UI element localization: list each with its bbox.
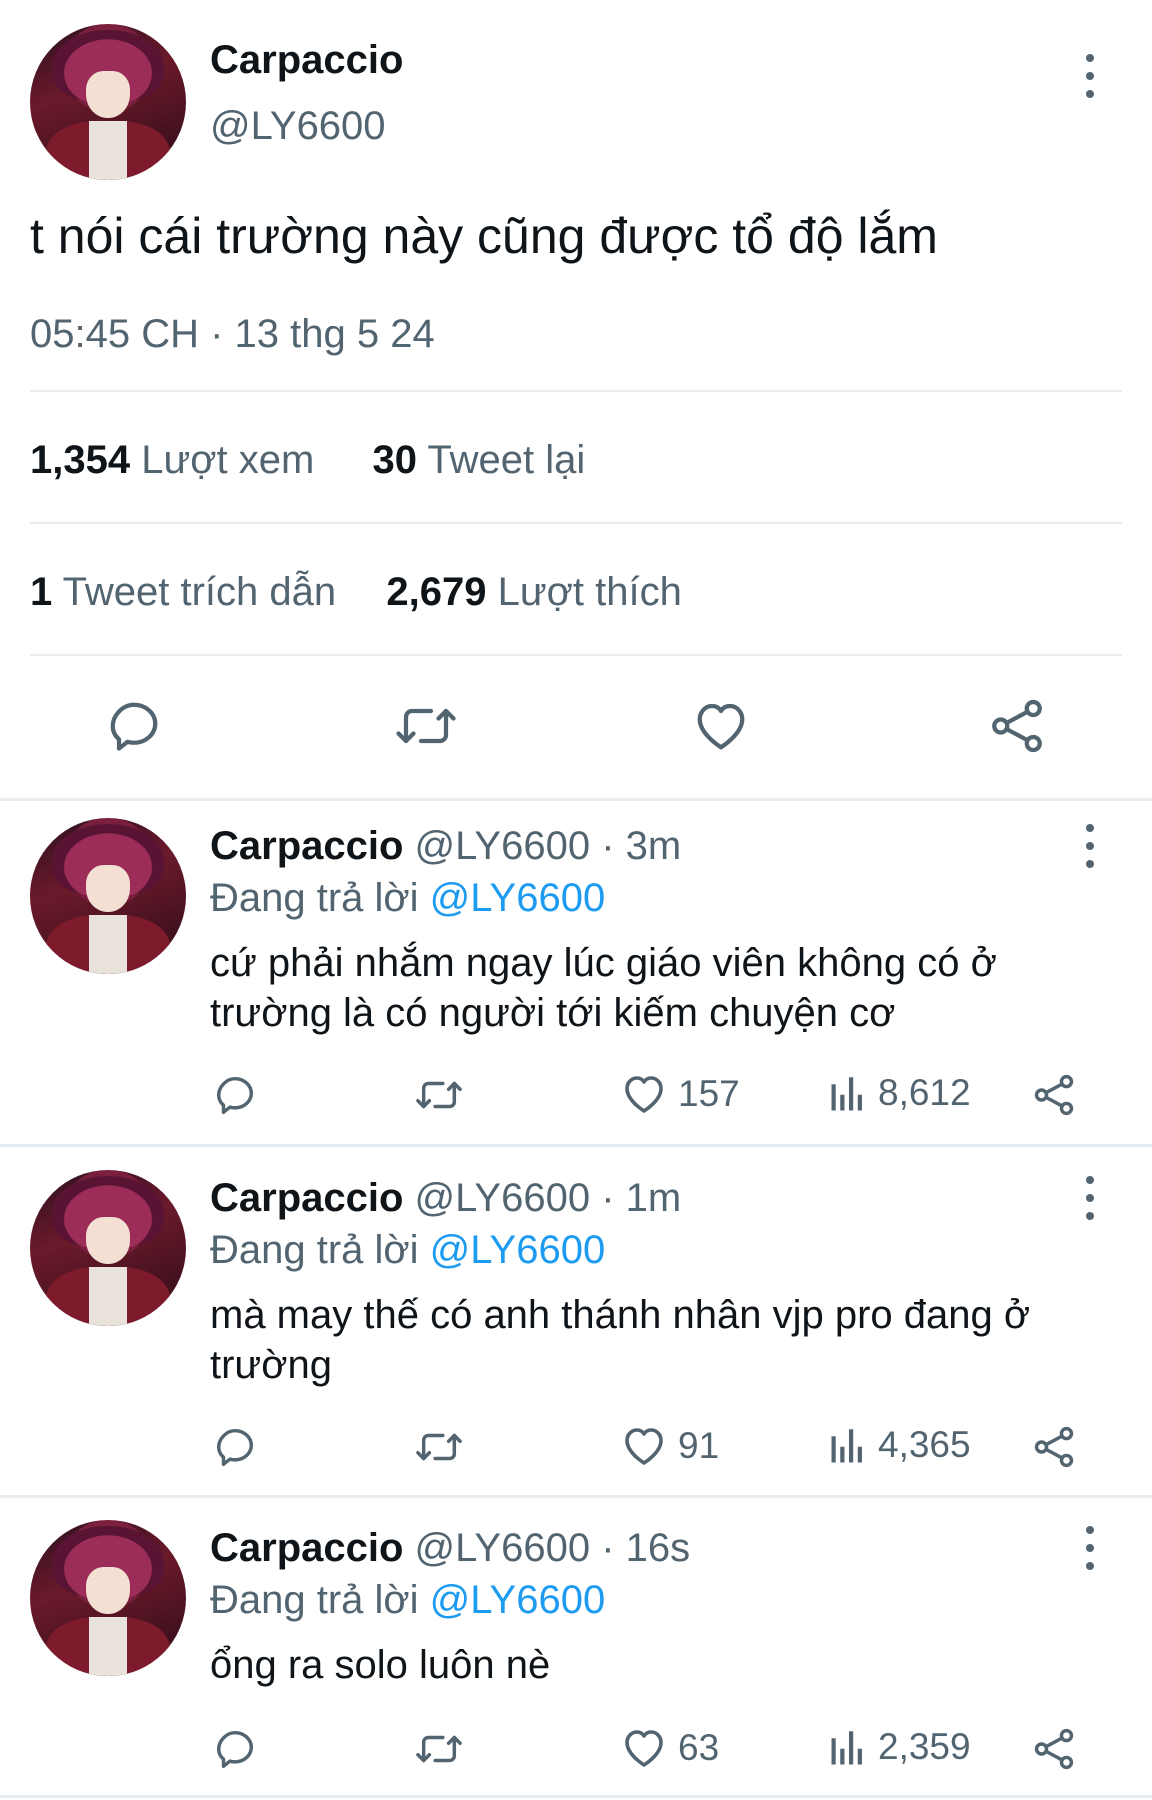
replying-to-link[interactable]: @LY6600 [430,1228,606,1272]
like-icon [625,1076,663,1113]
reply-icon [216,1730,254,1768]
like-button[interactable]: 157 [620,1070,740,1118]
replying-to-link[interactable]: @LY6600 [430,876,606,920]
reply-text: mà may thế có anh thánh nhân vjp pro đan… [210,1293,1031,1387]
tweet-text: t nói cái trường này cũng được tổ độ lắm [30,208,938,264]
retweets-label: Tweet lại [427,438,586,482]
views-stat[interactable]: 1,354 Lượt xem [30,438,325,482]
retweet-icon [416,1433,462,1461]
divider [0,798,1152,801]
avatar[interactable] [30,818,186,974]
analytics-icon [831,1731,862,1765]
views-button[interactable]: 4,365 [828,1422,971,1468]
replying-to-link[interactable]: @LY6600 [430,1578,606,1622]
like-icon [697,703,745,750]
views-button[interactable]: 2,359 [828,1724,971,1770]
author-name[interactable]: Carpaccio [210,824,403,868]
like-count: 63 [678,1727,720,1768]
reply-button[interactable] [212,1424,258,1470]
analytics-icon [831,1077,862,1111]
avatar[interactable] [30,1170,186,1326]
likes-count: 2,679 [386,570,487,614]
reply-icon [110,702,158,751]
reply-header: Carpaccio @LY6600 · 1m [210,1174,681,1222]
retweet-button[interactable] [392,696,460,756]
share-button[interactable] [986,696,1048,756]
replying-prefix: Đang trả lời [210,1578,419,1622]
replying-to: Đang trả lời @LY6600 [210,1226,605,1274]
reply-header: Carpaccio @LY6600 · 16s [210,1524,690,1572]
share-icon [1034,1728,1074,1770]
avatar[interactable] [30,1520,186,1676]
replying-to: Đang trả lời @LY6600 [210,1576,605,1624]
share-button[interactable] [1030,1072,1078,1118]
author-name[interactable]: Carpaccio [210,1526,403,1570]
retweet-icon [396,708,456,744]
handle-time[interactable]: @LY6600 · 3m [415,824,682,868]
replying-to: Đang trả lời @LY6600 [210,874,605,922]
more-options-icon[interactable] [1078,52,1102,100]
author-name[interactable]: Carpaccio [210,1176,403,1220]
views-count: 1,354 [30,438,131,482]
share-icon [1034,1074,1074,1116]
stats-row-1: 1,354 Lượt xem 30 Tweet lại [30,436,585,484]
more-options-icon[interactable] [1078,1174,1102,1222]
handle-time[interactable]: @LY6600 · 16s [415,1526,691,1570]
retweet-icon [416,1081,462,1109]
reply-icon [216,1428,254,1466]
share-icon [1034,1426,1074,1468]
likes-label: Lượt thích [497,570,682,614]
views-count: 8,612 [878,1072,971,1113]
views-button[interactable]: 8,612 [828,1070,971,1116]
views-count: 2,359 [878,1726,971,1767]
reply-text: ổng ra solo luôn nè [210,1643,551,1687]
tweet-timestamp[interactable]: 05:45 CH · 13 thg 5 24 [30,310,435,358]
replying-prefix: Đang trả lời [210,1228,419,1272]
retweet-icon [416,1735,462,1763]
quotes-stat[interactable]: 1 Tweet trích dẫn [30,570,347,614]
divider [0,1144,1152,1147]
replying-prefix: Đang trả lời [210,876,419,920]
retweets-stat[interactable]: 30 Tweet lại [373,438,586,482]
divider [30,654,1122,656]
reply-button[interactable] [212,1726,258,1772]
like-count: 157 [678,1073,740,1114]
views-count: 4,365 [878,1424,971,1465]
analytics-icon [831,1429,862,1463]
reply-button[interactable] [104,696,164,756]
stats-row-2: 1 Tweet trích dẫn 2,679 Lượt thích [30,568,682,616]
author-name[interactable]: Carpaccio [210,36,403,84]
retweets-count: 30 [372,438,418,482]
views-label: Lượt xem [141,438,315,482]
like-button[interactable] [690,696,752,756]
handle-time[interactable]: @LY6600 · 1m [415,1176,682,1220]
avatar[interactable] [30,24,186,180]
share-button[interactable] [1030,1726,1078,1772]
divider [0,1495,1152,1498]
retweet-button[interactable] [412,1072,466,1118]
like-icon [625,1428,663,1465]
share-button[interactable] [1030,1424,1078,1470]
reply-header: Carpaccio @LY6600 · 3m [210,822,681,870]
like-button[interactable]: 91 [620,1422,719,1470]
quotes-count: 1 [30,570,53,614]
likes-stat[interactable]: 2,679 Lượt thích [386,570,681,614]
reply-icon [216,1076,254,1114]
reply-text: cứ phải nhắm ngay lúc giáo viên không có… [210,941,997,1035]
share-icon [992,699,1042,753]
retweet-button[interactable] [412,1424,466,1470]
reply-button[interactable] [212,1072,258,1118]
divider [30,390,1122,392]
divider [30,522,1122,524]
quotes-label: Tweet trích dẫn [62,570,337,614]
like-icon [625,1730,663,1767]
like-count: 91 [678,1425,720,1466]
more-options-icon[interactable] [1078,1524,1102,1572]
author-handle[interactable]: @LY6600 [210,102,386,150]
more-options-icon[interactable] [1078,822,1102,870]
retweet-button[interactable] [412,1726,466,1772]
like-button[interactable]: 63 [620,1724,719,1772]
divider [0,1795,1152,1798]
